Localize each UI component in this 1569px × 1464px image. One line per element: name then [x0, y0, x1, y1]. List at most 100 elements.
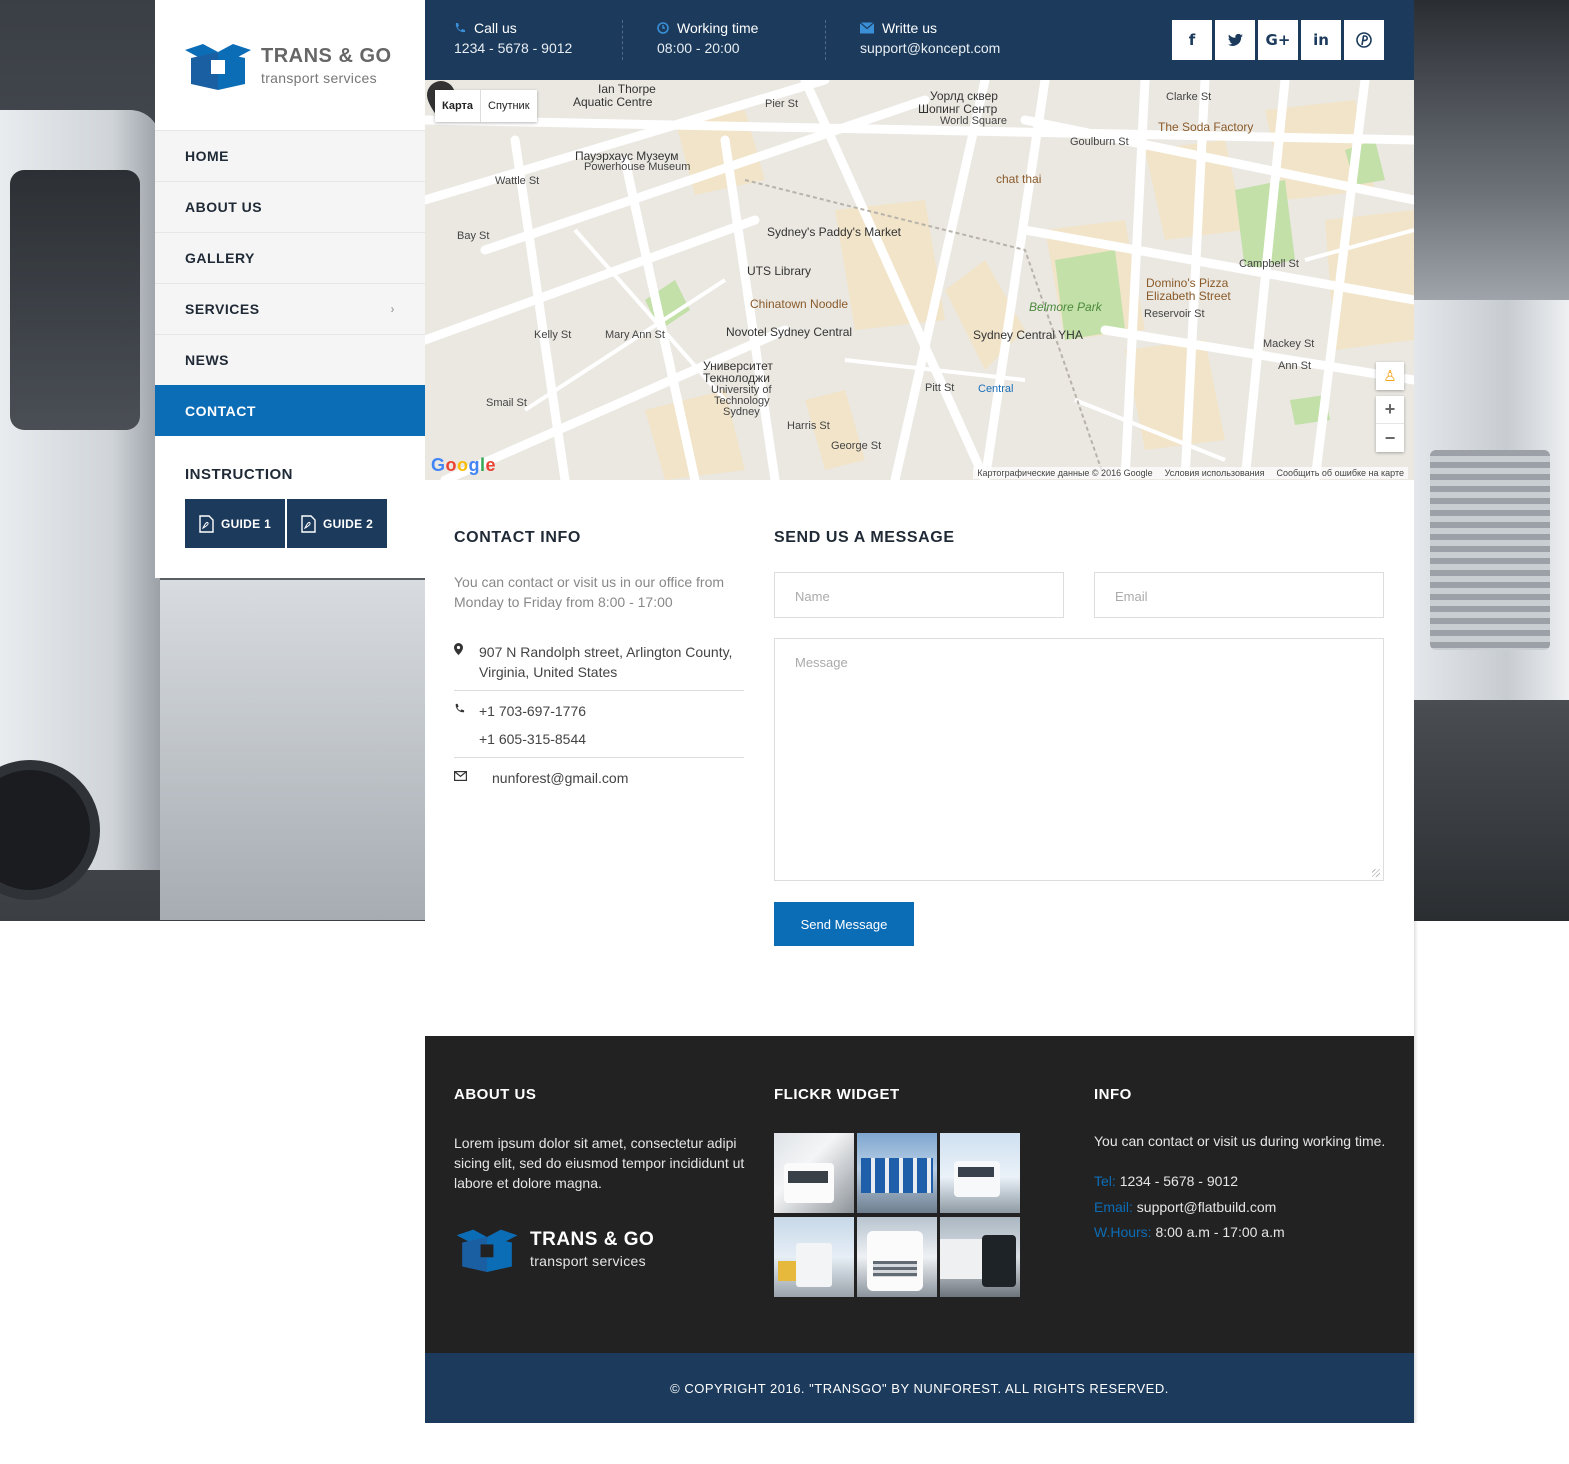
map-label: Sydney — [723, 406, 760, 418]
map-label: Central — [978, 383, 1014, 395]
zoom-controls: + − — [1376, 396, 1404, 452]
guide-1-button[interactable]: GUIDE 1 — [185, 499, 285, 548]
flickr-gallery — [774, 1133, 1020, 1297]
flickr-photo[interactable] — [857, 1217, 937, 1297]
name-field[interactable]: Name — [774, 572, 1064, 618]
write-us-label: Writte us — [882, 20, 937, 36]
footer-email: Email: support@flatbuild.com — [1094, 1199, 1276, 1215]
message-field[interactable]: Message — [774, 638, 1384, 881]
zoom-in-button[interactable]: + — [1376, 396, 1404, 424]
address-text: 907 N Randolph street, Arlington County,… — [479, 644, 733, 680]
map-label: Chinatown Noodle — [750, 297, 849, 311]
map-label: Ian Thorpe — [598, 82, 656, 96]
map-label: Bay St — [457, 230, 490, 242]
map-label: Reservoir St — [1144, 308, 1205, 320]
map-canvas — [425, 80, 1414, 480]
working-time-value: 08:00 - 20:00 — [657, 40, 740, 56]
map-label: Belmore Park — [1029, 300, 1102, 314]
nav-item-about-us[interactable]: ABOUT US — [155, 181, 425, 232]
hours-value: 8:00 a.m - 17:00 a.m — [1155, 1224, 1285, 1240]
map-label: Powerhouse Museum — [584, 161, 691, 173]
write-us-value[interactable]: support@koncept.com — [860, 40, 1000, 56]
footer-tel: Tel: 1234 - 5678 - 9012 — [1094, 1173, 1238, 1189]
contact-section: CONTACT INFO You can contact or visit us… — [425, 480, 1414, 1036]
facebook-icon[interactable]: f — [1172, 20, 1212, 60]
nav-item-contact[interactable]: CONTACT — [155, 385, 425, 436]
send-message-button[interactable]: Send Message — [774, 902, 914, 946]
footer-about-title: ABOUT US — [454, 1086, 537, 1103]
email-value[interactable]: support@flatbuild.com — [1137, 1199, 1277, 1215]
footer-info-description: You can contact or visit us during worki… — [1094, 1133, 1386, 1149]
phone-2[interactable]: +1 605-315-8544 — [479, 729, 586, 749]
map-data-credit: Картографические данные © 2016 Google — [977, 468, 1153, 478]
nav-item-label: SERVICES — [185, 301, 260, 317]
map-type-map-button[interactable]: Карта — [435, 90, 482, 122]
social-links: f G+ in — [1172, 20, 1384, 60]
nav-item-home[interactable]: HOME — [155, 130, 425, 181]
pinterest-icon[interactable] — [1344, 20, 1384, 60]
map-label: Kelly St — [534, 329, 572, 341]
logo-subtitle: transport services — [261, 69, 377, 86]
email-field[interactable]: Email — [1094, 572, 1384, 618]
nav-item-news[interactable]: NEWS — [155, 334, 425, 385]
tel-value[interactable]: 1234 - 5678 - 9012 — [1120, 1173, 1238, 1189]
divider — [622, 20, 623, 60]
send-message-title: SEND US A MESSAGE — [774, 529, 955, 546]
map-label: Pier St — [765, 98, 799, 110]
nav-item-gallery[interactable]: GALLERY — [155, 232, 425, 283]
flickr-photo[interactable] — [774, 1217, 854, 1297]
map-terms-link[interactable]: Условия использования — [1165, 468, 1265, 478]
map-label: The Soda Factory — [1158, 120, 1254, 134]
map-label: Novotel Sydney Central — [726, 325, 853, 339]
write-us-block: Writte us support@koncept.com — [860, 20, 1000, 56]
page-shadow — [1414, 921, 1418, 1423]
contact-phone-2: +1 605-315-8544 — [454, 729, 744, 749]
map-label: Уорлд сквер — [930, 89, 998, 103]
map-label: Pitt St — [925, 382, 955, 394]
map-label: Mackey St — [1263, 338, 1315, 350]
linkedin-icon[interactable]: in — [1301, 20, 1341, 60]
chevron-right-icon: › — [390, 302, 395, 316]
map-label: Шопинг Сентр — [918, 102, 998, 116]
nav-item-services[interactable]: SERVICES › — [155, 283, 425, 334]
working-time-label: Working time — [677, 20, 759, 36]
nav-item-label: HOME — [185, 148, 229, 164]
working-time-block: Working time 08:00 - 20:00 — [657, 20, 758, 56]
google-map[interactable]: Ian Thorpe Aquatic Centre Pier St Уорлд … — [425, 80, 1414, 480]
copyright-bar: © COPYRIGHT 2016. "TRANSGO" BY NUNFOREST… — [425, 1353, 1414, 1423]
map-marker-icon — [454, 642, 479, 682]
flickr-photo[interactable] — [857, 1133, 937, 1213]
footer-logo[interactable]: TRANS & GO transport services — [454, 1226, 654, 1272]
contact-email: nunforest@gmail.com — [454, 768, 744, 788]
call-us-value[interactable]: 1234 - 5678 - 9012 — [454, 40, 572, 56]
nav-item-label: GALLERY — [185, 250, 255, 266]
call-us-label: Call us — [474, 20, 517, 36]
logo-title: TRANS & GO — [261, 44, 392, 67]
site-logo[interactable]: TRANS & GO transport services — [185, 40, 392, 90]
map-controls: ♙ + − — [1376, 362, 1404, 452]
flickr-photo[interactable] — [940, 1133, 1020, 1213]
google-logo[interactable]: Google — [431, 455, 496, 476]
twitter-icon[interactable] — [1215, 20, 1255, 60]
guide-2-button[interactable]: GUIDE 2 — [287, 499, 387, 548]
zoom-out-button[interactable]: − — [1376, 424, 1404, 452]
nav-item-label: ABOUT US — [185, 199, 263, 215]
flickr-photo[interactable] — [940, 1217, 1020, 1297]
resize-handle-icon[interactable] — [1372, 869, 1380, 877]
guide-label: GUIDE 1 — [220, 516, 272, 531]
phone-1[interactable]: +1 703-697-1776 — [479, 701, 586, 721]
pdf-file-icon — [199, 514, 214, 533]
map-label: Clarke St — [1166, 91, 1212, 103]
map-report-error-link[interactable]: Сообщить об ошибке на карте — [1277, 468, 1404, 478]
contact-description: You can contact or visit us in our offic… — [454, 574, 725, 610]
map-label: World Square — [940, 115, 1008, 127]
flickr-photo[interactable] — [774, 1133, 854, 1213]
map-type-toggle: Карта Спутник — [435, 90, 537, 122]
map-type-satellite-button[interactable]: Спутник — [481, 90, 536, 122]
email-text[interactable]: nunforest@gmail.com — [492, 768, 628, 788]
instruction-title: INSTRUCTION — [185, 466, 293, 483]
google-plus-icon[interactable]: G+ — [1258, 20, 1298, 60]
box-logo-icon — [456, 1229, 518, 1272]
footer-hours: W.Hours: 8:00 a.m - 17:00 a.m — [1094, 1224, 1285, 1240]
pegman-icon[interactable]: ♙ — [1376, 362, 1404, 390]
